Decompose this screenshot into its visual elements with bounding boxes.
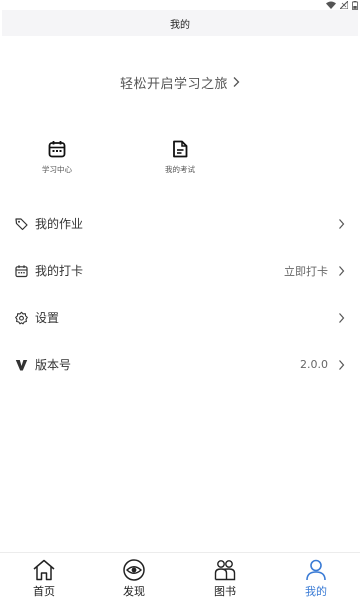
menu-item-label: 我的作业 xyxy=(35,217,84,231)
settings-icon xyxy=(15,311,28,324)
battery-icon xyxy=(352,0,358,10)
tab-home[interactable]: 首页 xyxy=(14,559,74,599)
eye-icon xyxy=(123,559,145,581)
version-number: 2.0.0 xyxy=(300,358,328,371)
tab-label: 图书 xyxy=(214,585,236,598)
learning-journey-link[interactable]: 轻松开启学习之旅 xyxy=(0,70,360,94)
bottom-tab-bar: 首页 发现 图书 我的 xyxy=(0,552,360,600)
tab-label: 我的 xyxy=(305,585,327,598)
chevron-right-icon xyxy=(339,265,345,276)
quick-entry-my-exams[interactable]: 我的考试 xyxy=(150,140,210,180)
tab-label: 首页 xyxy=(33,585,55,598)
menu-item-my-checkin[interactable]: 我的打卡 立即打卡 xyxy=(0,247,360,294)
title-bar: 我的 xyxy=(2,10,358,36)
chevron-right-icon xyxy=(339,312,345,323)
status-icons xyxy=(326,0,358,10)
chevron-right-icon xyxy=(233,77,240,87)
quick-entry-label: 学习中心 xyxy=(42,165,72,174)
quick-entries: 学习中心 我的考试 xyxy=(0,140,360,180)
tab-me[interactable]: 我的 xyxy=(286,559,346,599)
status-bar xyxy=(0,0,360,10)
menu-item-label: 设置 xyxy=(35,311,60,325)
page-title: 我的 xyxy=(170,19,190,31)
version-v-icon xyxy=(15,359,28,370)
promo-text: 轻松开启学习之旅 xyxy=(119,76,228,92)
tab-label: 发现 xyxy=(123,585,145,598)
document-icon xyxy=(173,140,188,158)
wifi-icon xyxy=(326,1,336,9)
chevron-right-icon xyxy=(339,359,345,370)
checkin-now-link[interactable]: 立即打卡 xyxy=(284,263,328,279)
calendar-icon xyxy=(15,264,28,277)
menu-item-label: 版本号 xyxy=(35,358,72,372)
books-icon xyxy=(214,560,236,581)
quick-entry-label: 我的考试 xyxy=(165,165,195,174)
tab-discover[interactable]: 发现 xyxy=(104,559,164,599)
profile-page: 我的 轻松开启学习之旅 学习中心 我的考试 我的作业 我的打卡 立即打卡 设置 … xyxy=(0,0,360,600)
calendar-icon xyxy=(48,141,66,158)
chevron-right-icon xyxy=(339,218,345,229)
tab-books[interactable]: 图书 xyxy=(195,559,255,599)
tag-icon xyxy=(15,217,28,230)
signal-icon xyxy=(340,1,348,9)
menu-item-settings[interactable]: 设置 xyxy=(0,294,360,341)
home-icon xyxy=(33,559,55,581)
menu-item-label: 我的打卡 xyxy=(35,264,84,278)
quick-entry-learning-center[interactable]: 学习中心 xyxy=(27,140,87,180)
user-icon xyxy=(306,559,326,581)
menu-item-my-homework[interactable]: 我的作业 xyxy=(0,200,360,247)
menu-item-version[interactable]: 版本号 2.0.0 xyxy=(0,341,360,388)
menu-list: 我的作业 我的打卡 立即打卡 设置 版本号 2.0.0 xyxy=(0,200,360,388)
